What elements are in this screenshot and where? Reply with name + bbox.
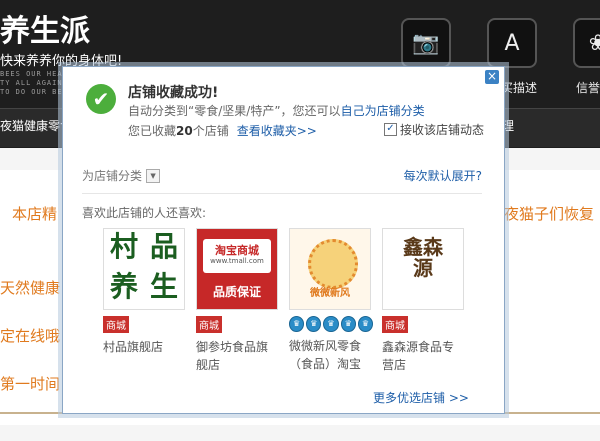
- mall-badge: 商城: [103, 316, 129, 333]
- custom-category-link[interactable]: 自己为店铺分类: [341, 104, 425, 118]
- shop-name[interactable]: 微微新风零食 （食品）淘宝: [289, 337, 373, 373]
- shop-card[interactable]: 微微新风 ♛ ♛ ♛ ♛ ♛ 微微新风零食 （食品）淘宝: [289, 228, 374, 373]
- content-line-right: 夜猫子们恢复: [504, 205, 595, 223]
- content-line: 本店精: [12, 205, 58, 223]
- crown-icon: ♛: [357, 316, 374, 332]
- shop-logo[interactable]: 微微新风: [289, 228, 371, 310]
- store-brand: 养生派: [0, 14, 90, 49]
- category-select[interactable]: 为店铺分类 ▼: [82, 167, 161, 184]
- seller-rating: ♛ ♛ ♛ ♛ ♛: [289, 316, 374, 332]
- shop-name[interactable]: 御参坊食品旗 舰店: [196, 338, 280, 374]
- shop-card[interactable]: 村品养生 商城 村品旗舰店: [103, 228, 187, 356]
- crown-icon: ♛: [323, 316, 339, 332]
- default-expand-link[interactable]: 每次默认展开?: [404, 167, 482, 184]
- icon-label-description[interactable]: 买描述: [501, 79, 537, 96]
- favorites-count: 20: [176, 124, 193, 138]
- shop-logo[interactable]: 村品养生: [103, 228, 185, 310]
- divider: [82, 193, 482, 194]
- crown-icon: ♛: [340, 316, 356, 332]
- content-line: 第一时间: [0, 375, 61, 393]
- category-info: 自动分类到“零食/坚果/特产”，您还可以自己为店铺分类: [128, 104, 425, 118]
- favorites-count-info: 您已收藏20个店铺 查看收藏夹>>: [128, 124, 317, 138]
- mall-badge: 商城: [382, 316, 408, 333]
- appstore-icon[interactable]: A: [487, 18, 537, 68]
- receive-updates-label[interactable]: 接收该店铺动态: [400, 121, 484, 138]
- shop-name[interactable]: 村品旗舰店: [103, 338, 187, 356]
- receive-updates-checkbox[interactable]: ✓: [384, 123, 397, 136]
- success-check-icon: ✔: [86, 84, 116, 114]
- chevron-down-icon[interactable]: ▼: [146, 168, 161, 183]
- mall-badge: 商城: [196, 316, 222, 333]
- camera-icon[interactable]: 📷: [401, 18, 451, 68]
- dialog-title: 店铺收藏成功!: [128, 85, 219, 101]
- shop-card[interactable]: 鑫森源 商城 鑫森源食品专 营店: [382, 228, 466, 374]
- crown-icon: ♛: [289, 316, 305, 332]
- more-shops-link[interactable]: 更多优选店铺 >>: [373, 389, 469, 406]
- content-line: 天然健康: [0, 279, 61, 297]
- crown-icon: ♛: [306, 316, 322, 332]
- shop-logo[interactable]: 鑫森源: [382, 228, 464, 310]
- also-like-heading: 喜欢此店铺的人还喜欢:: [82, 206, 207, 220]
- view-favorites-link[interactable]: 查看收藏夹>>: [237, 124, 317, 138]
- close-icon[interactable]: ×: [485, 70, 499, 84]
- content-line: 定在线哦: [0, 327, 61, 345]
- leaf-icon[interactable]: ❀: [573, 18, 600, 68]
- shop-card[interactable]: 淘宝商城 www.tmall.com 品质保证 商城 御参坊食品旗 舰店: [196, 228, 280, 374]
- receive-updates-toggle[interactable]: ✓ 接收该店铺动态: [384, 121, 484, 138]
- icon-label-credit[interactable]: 信誉: [576, 79, 600, 96]
- shop-logo[interactable]: 淘宝商城 www.tmall.com 品质保证: [196, 228, 278, 310]
- shop-name[interactable]: 鑫森源食品专 营店: [382, 338, 466, 374]
